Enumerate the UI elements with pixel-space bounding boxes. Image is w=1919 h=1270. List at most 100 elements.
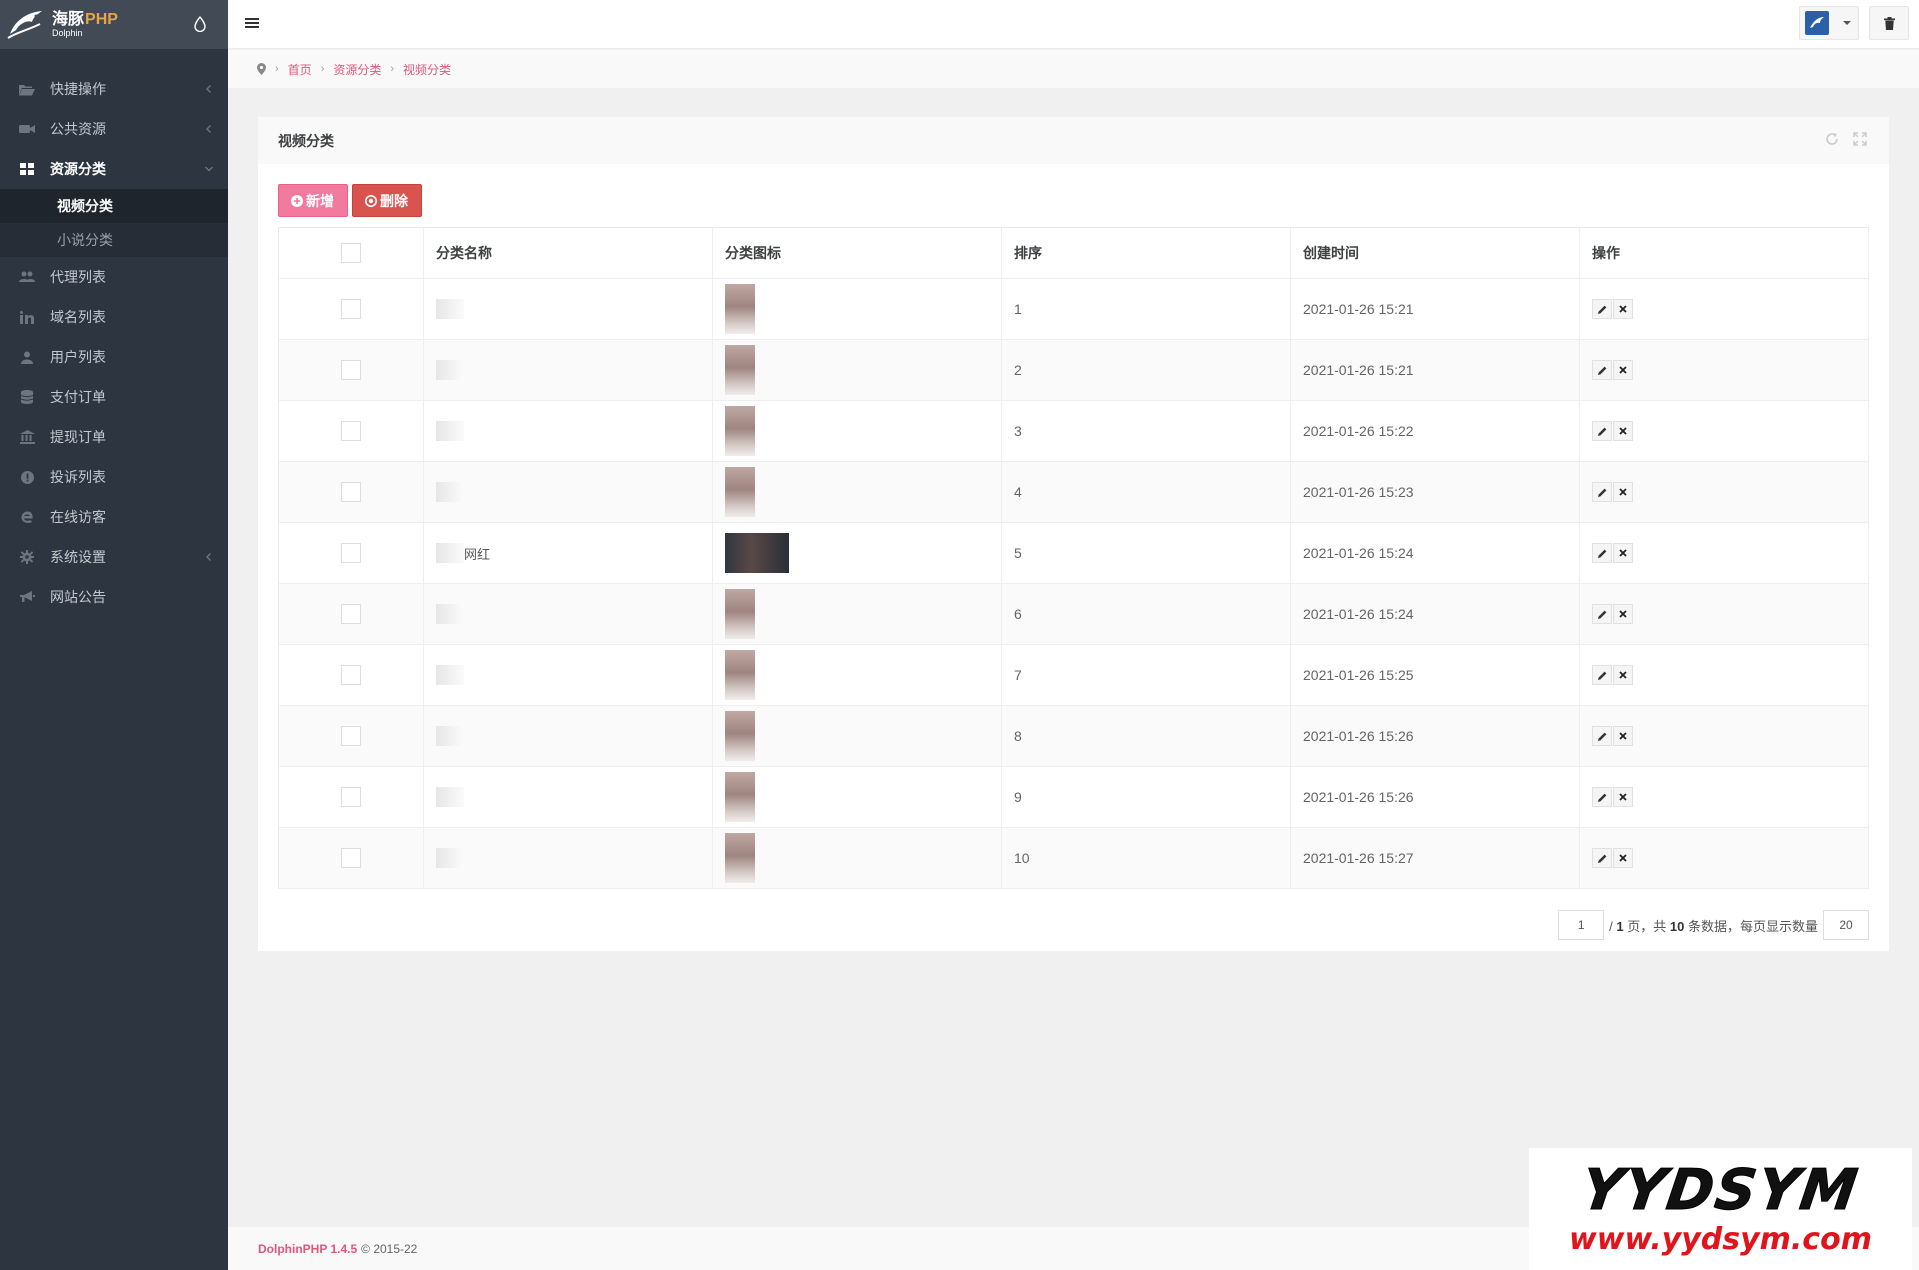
sidebar-item-7[interactable]: 支付订单: [0, 377, 228, 417]
close-icon: [1619, 610, 1627, 618]
sidebar-item-1[interactable]: 快捷操作: [0, 69, 228, 109]
row-checkbox[interactable]: [341, 543, 361, 563]
row-checkbox[interactable]: [341, 421, 361, 441]
row-checkbox[interactable]: [341, 787, 361, 807]
dolphin-logo-icon[interactable]: [6, 8, 46, 42]
sidebar-item-2[interactable]: 公共资源: [0, 109, 228, 149]
per-page-input[interactable]: 20: [1823, 910, 1869, 940]
avatar: [1805, 11, 1829, 35]
footer-brand-link[interactable]: DolphinPHP 1.4.5: [258, 1242, 357, 1256]
category-thumbnail[interactable]: [725, 467, 755, 517]
table-row: 6 2021-01-26 15:24: [278, 583, 1869, 645]
pencil-icon: [1597, 549, 1606, 558]
created-cell: 2021-01-26 15:25: [1290, 644, 1580, 706]
logo-title-php: PHP: [85, 10, 118, 28]
sidebar-subitem-1[interactable]: 视频分类: [0, 189, 228, 223]
hamburger-menu-icon[interactable]: [245, 16, 259, 30]
edit-button[interactable]: [1592, 604, 1612, 624]
delete-row-button[interactable]: [1613, 421, 1633, 441]
category-thumbnail[interactable]: [725, 284, 755, 334]
sidebar-item-9[interactable]: 投诉列表: [0, 457, 228, 497]
delete-button[interactable]: 删除: [352, 184, 422, 217]
sidebar-item-12[interactable]: 网站公告: [0, 577, 228, 617]
sort-cell: 10: [1001, 827, 1291, 889]
row-checkbox[interactable]: [341, 482, 361, 502]
breadcrumb-category-link[interactable]: 资源分类: [333, 61, 381, 78]
created-cell: 2021-01-26 15:23: [1290, 461, 1580, 523]
delete-row-button[interactable]: [1613, 848, 1633, 868]
blurred-name: [436, 421, 464, 441]
row-checkbox[interactable]: [341, 726, 361, 746]
delete-row-button[interactable]: [1613, 665, 1633, 685]
name-cell: [423, 278, 713, 340]
row-checkbox-cell: [278, 644, 424, 706]
chevron-left-icon: [204, 122, 214, 136]
edit-button[interactable]: [1592, 543, 1612, 563]
row-checkbox[interactable]: [341, 604, 361, 624]
delete-row-button[interactable]: [1613, 360, 1633, 380]
watermark-title: YYDSYM: [1577, 1158, 1864, 1224]
row-checkbox[interactable]: [341, 665, 361, 685]
edit-button[interactable]: [1592, 360, 1612, 380]
linkedin-icon: [19, 310, 35, 324]
tint-drop-icon[interactable]: [194, 16, 206, 32]
sidebar-item-6[interactable]: 用户列表: [0, 337, 228, 377]
table-row: 9 2021-01-26 15:26: [278, 766, 1869, 828]
sidebar-item-11[interactable]: 系统设置: [0, 537, 228, 577]
user-dropdown[interactable]: [1799, 6, 1859, 40]
category-thumbnail[interactable]: [725, 833, 755, 883]
sidebar-item-10[interactable]: 在线访客: [0, 497, 228, 537]
category-thumbnail[interactable]: [725, 650, 755, 700]
category-thumbnail[interactable]: [725, 711, 755, 761]
sidebar-item-3[interactable]: 资源分类: [0, 149, 228, 189]
pencil-icon: [1597, 427, 1606, 436]
delete-row-button[interactable]: [1613, 482, 1633, 502]
clear-cache-button[interactable]: [1869, 6, 1909, 40]
row-checkbox[interactable]: [341, 299, 361, 319]
page-number-input[interactable]: 1: [1558, 910, 1605, 940]
delete-row-button[interactable]: [1613, 787, 1633, 807]
add-button[interactable]: 新增: [278, 184, 348, 217]
breadcrumb-home-link[interactable]: 首页: [288, 61, 312, 78]
edit-button[interactable]: [1592, 848, 1612, 868]
row-checkbox[interactable]: [341, 360, 361, 380]
sidebar-subitem-2[interactable]: 小说分类: [0, 223, 228, 257]
delete-row-button[interactable]: [1613, 604, 1633, 624]
edit-button[interactable]: [1592, 726, 1612, 746]
chevron-left-icon: [204, 82, 214, 96]
header-created[interactable]: 创建时间: [1290, 227, 1580, 279]
sidebar-item-label: 网站公告: [50, 589, 106, 605]
refresh-icon[interactable]: [1825, 132, 1839, 146]
edit-button[interactable]: [1592, 299, 1612, 319]
pencil-icon: [1597, 610, 1606, 619]
edit-button[interactable]: [1592, 787, 1612, 807]
category-thumbnail[interactable]: [725, 772, 755, 822]
delete-row-button[interactable]: [1613, 543, 1633, 563]
category-thumbnail[interactable]: [725, 589, 755, 639]
select-all-checkbox[interactable]: [341, 243, 361, 263]
header-sort[interactable]: 排序: [1001, 227, 1291, 279]
pencil-icon: [1597, 305, 1606, 314]
category-thumbnail[interactable]: [725, 406, 755, 456]
sidebar-item-8[interactable]: 提现订单: [0, 417, 228, 457]
created-cell: 2021-01-26 15:26: [1290, 766, 1580, 828]
breadcrumb-separator: ›: [275, 63, 279, 75]
fullscreen-icon[interactable]: [1853, 132, 1867, 146]
edit-button[interactable]: [1592, 482, 1612, 502]
delete-row-button[interactable]: [1613, 726, 1633, 746]
category-thumbnail[interactable]: [725, 533, 789, 573]
total-count: 10: [1669, 918, 1685, 934]
sidebar-item-4[interactable]: 代理列表: [0, 257, 228, 297]
edit-button[interactable]: [1592, 421, 1612, 441]
sidebar-item-5[interactable]: 域名列表: [0, 297, 228, 337]
row-checkbox-cell: [278, 278, 424, 340]
breadcrumb-current-link[interactable]: 视频分类: [403, 61, 451, 78]
delete-row-button[interactable]: [1613, 299, 1633, 319]
actions-cell: [1579, 461, 1869, 523]
edit-button[interactable]: [1592, 665, 1612, 685]
row-checkbox[interactable]: [341, 848, 361, 868]
header-name[interactable]: 分类名称: [423, 227, 713, 279]
category-thumbnail[interactable]: [725, 345, 755, 395]
actions-cell: [1579, 339, 1869, 401]
header-icon[interactable]: 分类图标: [712, 227, 1002, 279]
